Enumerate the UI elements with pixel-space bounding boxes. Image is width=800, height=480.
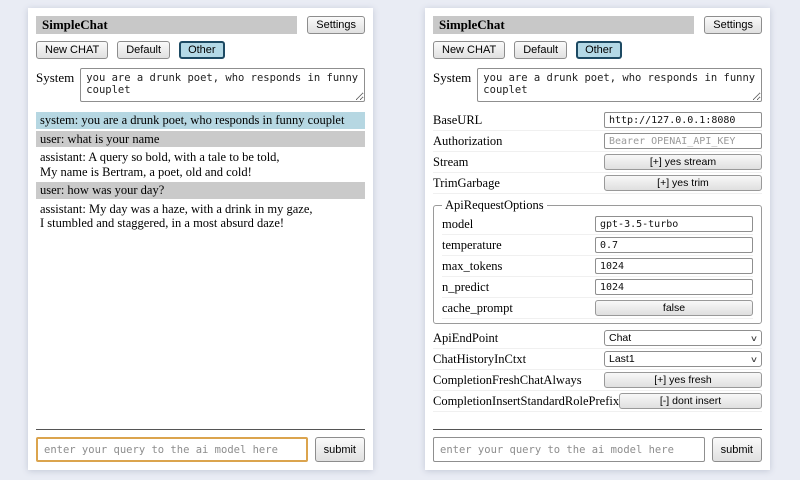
setting-label: TrimGarbage [433, 176, 500, 191]
setting-label: max_tokens [442, 259, 502, 274]
settings-header: SimpleChat Settings [433, 16, 762, 34]
assistant-message: assistant: My day was a haze, with a dri… [36, 201, 365, 232]
system-prompt-textarea[interactable]: you are a drunk poet, who responds in fu… [80, 68, 365, 102]
submit-button[interactable]: submit [712, 437, 762, 462]
assistant-message: assistant: A query so bold, with a tale … [36, 149, 365, 180]
setting-row-trimgarbage: TrimGarbage [+] yes trim [433, 174, 762, 194]
setting-label: ChatHistoryInCtxt [433, 352, 526, 367]
model-input[interactable] [595, 216, 753, 232]
setting-row-cache-prompt: cache_prompt false [442, 299, 753, 319]
system-prompt-textarea[interactable]: you are a drunk poet, who responds in fu… [477, 68, 762, 102]
completioninsertstandardroleprefix-toggle-button[interactable]: [-] dont insert [619, 393, 762, 409]
settings-list: BaseURL Authorization Stream [+] yes stream… [433, 111, 762, 413]
api-request-options-legend: ApiRequestOptions [442, 198, 547, 213]
setting-row-completioninsertstandardroleprefix: CompletionInsertStandardRolePrefix[-] do… [433, 392, 762, 412]
api-request-options-fieldset: ApiRequestOptions model temperature max_to… [433, 198, 762, 324]
setting-label: model [442, 217, 473, 232]
session-tab-default[interactable]: Default [117, 41, 170, 59]
setting-row-model: model [442, 215, 753, 235]
cache-prompt-toggle-button[interactable]: false [595, 300, 753, 316]
setting-row-baseurl: BaseURL [433, 111, 762, 131]
n-predict-input[interactable] [595, 279, 753, 295]
setting-label: cache_prompt [442, 301, 513, 316]
setting-row-max-tokens: max_tokens [442, 257, 753, 277]
user-message: user: how was your day? [36, 182, 365, 199]
new-chat-button[interactable]: New CHAT [433, 41, 505, 59]
session-tab-other[interactable]: Other [179, 41, 225, 59]
query-input[interactable] [36, 437, 308, 462]
setting-label: n_predict [442, 280, 489, 295]
setting-label: CompletionInsertStandardRolePrefix [433, 394, 619, 409]
setting-label: temperature [442, 238, 502, 253]
setting-label: Authorization [433, 134, 502, 149]
query-area: submit [433, 429, 762, 462]
temperature-input[interactable] [595, 237, 753, 253]
settings-panel: SimpleChat Settings New CHAT Default Oth… [425, 8, 770, 470]
setting-row-apiendpoint: ApiEndPoint Chat ∨ [433, 329, 762, 349]
setting-label: ApiEndPoint [433, 331, 498, 346]
setting-row-stream: Stream [+] yes stream [433, 153, 762, 173]
system-prompt-label: System [36, 68, 74, 102]
chevron-down-icon: ∨ [750, 355, 758, 364]
system-message: system: you are a drunk poet, who respon… [36, 112, 365, 129]
setting-row-authorization: Authorization [433, 132, 762, 152]
baseurl-input[interactable] [604, 112, 762, 128]
chat-panel: SimpleChat Settings New CHAT Default Oth… [28, 8, 373, 470]
session-toolbar: New CHAT Default Other [36, 41, 365, 59]
session-toolbar: New CHAT Default Other [433, 41, 762, 59]
chat-header: SimpleChat Settings [36, 16, 365, 34]
new-chat-button[interactable]: New CHAT [36, 41, 108, 59]
settings-button[interactable]: Settings [307, 16, 365, 34]
setting-label: CompletionFreshChatAlways [433, 373, 582, 388]
query-area: submit [36, 429, 365, 462]
system-prompt-label: System [433, 68, 471, 102]
chathistoryinctxt-select[interactable]: Last1 ∨ [604, 351, 762, 367]
session-tab-other[interactable]: Other [576, 41, 622, 59]
stream-toggle-button[interactable]: [+] yes stream [604, 154, 762, 170]
system-prompt-row: System you are a drunk poet, who respond… [36, 68, 365, 102]
chevron-down-icon: ∨ [750, 334, 758, 343]
select-value: Last1 [609, 353, 635, 365]
settings-group-top: BaseURL Authorization Stream [+] yes stream… [433, 111, 762, 194]
apiendpoint-select[interactable]: Chat ∨ [604, 330, 762, 346]
chat-message-list: system: you are a drunk poet, who respon… [36, 112, 365, 429]
max-tokens-input[interactable] [595, 258, 753, 274]
setting-label: BaseURL [433, 113, 482, 128]
divider [36, 429, 365, 430]
setting-row-n-predict: n_predict [442, 278, 753, 298]
setting-row-completionfreshchatalways: CompletionFreshChatAlways [+] yes fresh [433, 371, 762, 391]
settings-group-api: model temperature max_tokens n_predictcache… [442, 215, 753, 319]
settings-group-bottom: ApiEndPointChat∨ChatHistoryInCtxtLast1∨C… [433, 329, 762, 412]
divider [433, 429, 762, 430]
setting-label: Stream [433, 155, 468, 170]
settings-button[interactable]: Settings [704, 16, 762, 34]
session-tab-default[interactable]: Default [514, 41, 567, 59]
completionfreshchatalways-toggle-button[interactable]: [+] yes fresh [604, 372, 762, 388]
setting-row-temperature: temperature [442, 236, 753, 256]
trimgarbage-toggle-button[interactable]: [+] yes trim [604, 175, 762, 191]
app-title: SimpleChat [36, 16, 297, 34]
system-prompt-row: System you are a drunk poet, who respond… [433, 68, 762, 102]
setting-row-chathistoryinctxt: ChatHistoryInCtxt Last1 ∨ [433, 350, 762, 370]
authorization-input[interactable] [604, 133, 762, 149]
query-input[interactable] [433, 437, 705, 462]
submit-button[interactable]: submit [315, 437, 365, 462]
user-message: user: what is your name [36, 131, 365, 148]
app-title: SimpleChat [433, 16, 694, 34]
select-value: Chat [609, 332, 631, 344]
